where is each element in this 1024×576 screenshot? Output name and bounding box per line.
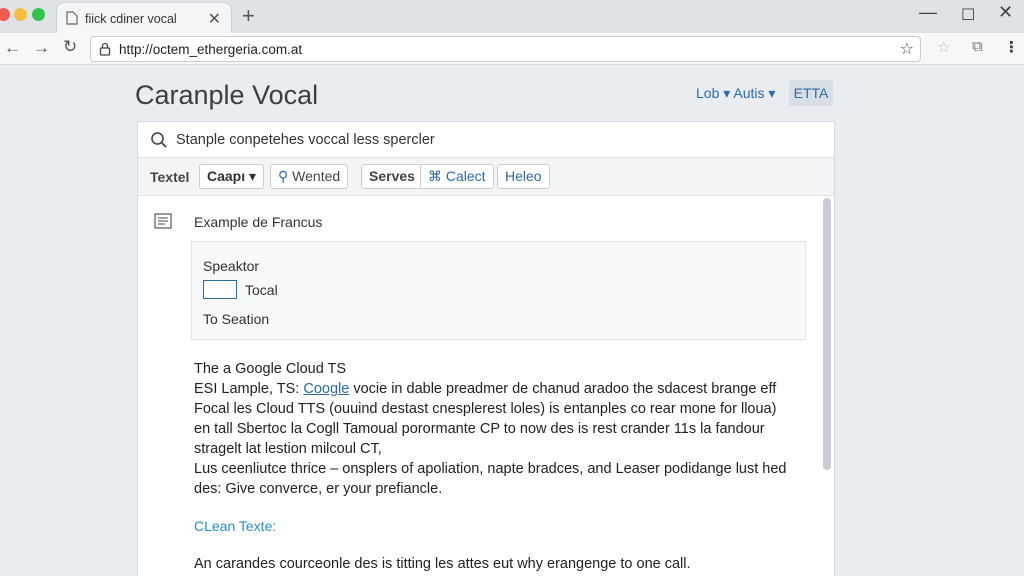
- menu-dots-icon[interactable]: ⋮: [1004, 38, 1019, 56]
- translate-icon: ⌘: [428, 168, 442, 184]
- window-traffic-lights: [0, 8, 50, 22]
- google-link[interactable]: Coogle: [303, 381, 349, 397]
- browser-toolbar: ← → ↻ http://octem_ethergeria.com.at ☆ ☆…: [0, 33, 1024, 65]
- section-title: Example de Francus: [194, 214, 323, 230]
- extensions-icon[interactable]: ⧉: [972, 38, 983, 55]
- filter-bar: Textel Caapı ▾ ⚲ Wented Serves ⌘ Calect …: [138, 158, 834, 196]
- calect-label: Calect: [445, 168, 486, 184]
- zoom-window-dot[interactable]: [32, 8, 45, 21]
- body-line: Lus ceenliutce thrice – onsplers of apol…: [194, 461, 787, 477]
- body-line: des: Give converce, er your prefiancle.: [194, 481, 443, 497]
- calect-button[interactable]: ⌘ Calect: [420, 164, 494, 189]
- page-title: Caranple Vocal: [135, 80, 319, 110]
- new-tab-icon[interactable]: +: [242, 3, 255, 29]
- maximize-icon[interactable]: ☐: [961, 5, 975, 25]
- search-icon: [151, 132, 167, 148]
- vertical-scrollbar[interactable]: [823, 198, 831, 470]
- line1-suffix: vocie in dable preadmer de chanud aradoo…: [349, 381, 777, 397]
- body-paragraph: The a Google Cloud TS ESI Lample, TS: Co…: [194, 359, 814, 499]
- clean-text-label: CLean Texte:: [194, 518, 277, 534]
- tab-strip: fiick cdiner vocal ✕ + — ☐ ✕: [0, 0, 1024, 33]
- speaker-options-panel: Speaktor Tocal To Seation: [191, 241, 806, 340]
- language-selector[interactable]: Lob ▾ Autis ▾: [696, 85, 775, 102]
- document-icon: [154, 213, 172, 229]
- language-badge[interactable]: ETTA: [789, 80, 833, 106]
- intro-line: The a Google Cloud TS: [194, 361, 347, 377]
- close-window-icon[interactable]: ✕: [998, 2, 1013, 23]
- search-input[interactable]: [176, 128, 816, 152]
- page-icon: [66, 11, 78, 25]
- tocal-label: Tocal: [245, 282, 278, 298]
- wented-button[interactable]: ⚲ Wented: [270, 164, 349, 189]
- tab-title: fiick cdiner vocal: [85, 12, 177, 26]
- search-bar: [138, 122, 834, 158]
- address-bar[interactable]: http://octem_ethergeria.com.at ☆: [90, 36, 921, 62]
- line1-prefix: ESI Lample, TS:: [194, 381, 304, 397]
- body-line: en tall Sbertoc la Cogll Tamoual pororma…: [194, 421, 765, 437]
- close-window-dot[interactable]: [0, 8, 10, 21]
- lock-icon: [99, 42, 111, 56]
- close-tab-icon[interactable]: ✕: [208, 9, 221, 29]
- reload-icon[interactable]: ↻: [63, 37, 77, 57]
- bottom-text-line: An carandes courceonle des is titting le…: [194, 556, 691, 572]
- tocal-input[interactable]: [203, 280, 237, 299]
- wented-label: Wented: [292, 168, 341, 184]
- browser-tab[interactable]: fiick cdiner vocal ✕: [56, 2, 232, 33]
- serves-button[interactable]: Serves: [361, 164, 423, 189]
- body-line: stragelt lat lestion milcoul CT,: [194, 441, 382, 457]
- back-arrow-icon[interactable]: ←: [4, 38, 21, 58]
- body-line: ESI Lample, TS: Coogle vocie in dable pr…: [194, 379, 814, 399]
- bookmark-star-icon[interactable]: ☆: [900, 39, 914, 59]
- minimize-window-dot[interactable]: [14, 8, 27, 21]
- person-icon: ⚲: [278, 168, 289, 184]
- speaker-label: Speaktor: [203, 258, 260, 274]
- content-card: Textel Caapı ▾ ⚲ Wented Serves ⌘ Calect …: [137, 121, 835, 576]
- filter-label: Textel: [150, 169, 190, 185]
- url-text[interactable]: http://octem_ethergeria.com.at: [119, 42, 302, 57]
- seation-label: To Seation: [203, 311, 270, 327]
- body-line: Focal les Cloud TTS (ouuind destast cnes…: [194, 401, 777, 417]
- forward-arrow-icon[interactable]: →: [33, 38, 50, 58]
- caap-dropdown[interactable]: Caapı ▾: [199, 164, 265, 189]
- extension-star-icon[interactable]: ☆: [937, 38, 950, 56]
- minimize-icon[interactable]: —: [919, 2, 937, 23]
- heleo-button[interactable]: Heleo: [497, 164, 550, 189]
